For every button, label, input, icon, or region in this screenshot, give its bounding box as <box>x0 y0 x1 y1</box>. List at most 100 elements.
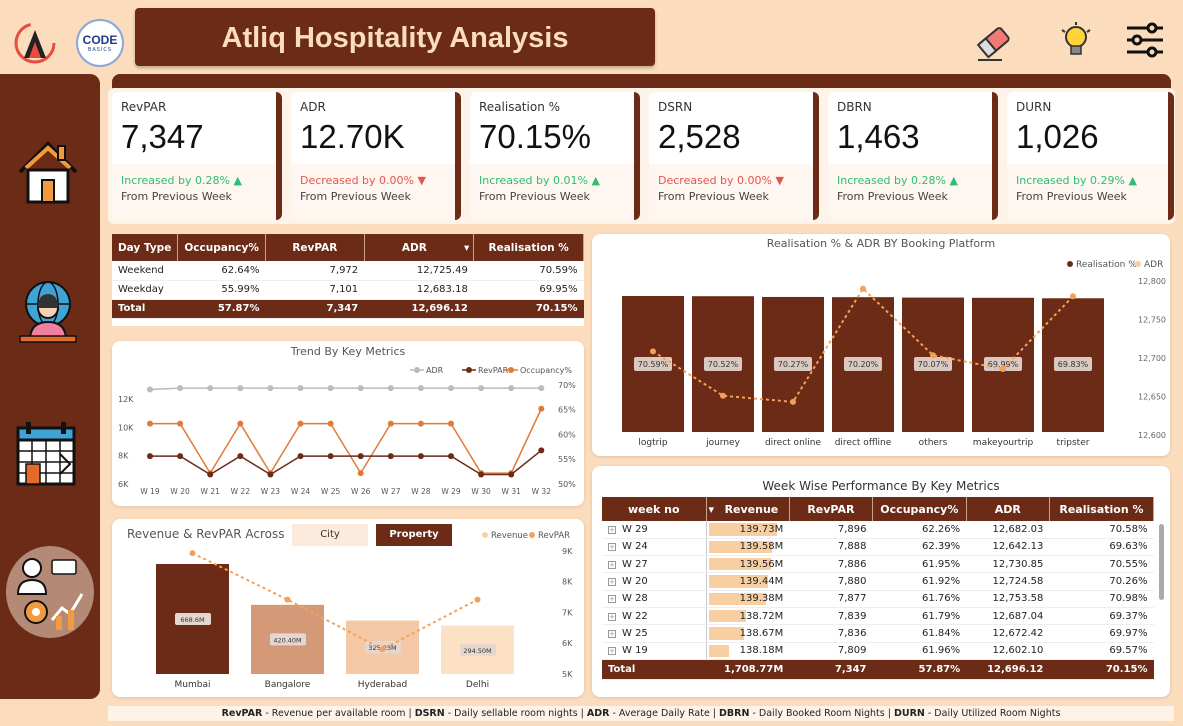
adr-point[interactable] <box>207 385 214 392</box>
table-cell: 69.37% <box>1049 607 1154 626</box>
revpar-point[interactable] <box>387 453 394 460</box>
customer-service-icon[interactable] <box>14 278 82 346</box>
weekly-header[interactable]: week no <box>602 497 707 521</box>
daytype-header[interactable]: Day Type <box>112 234 179 261</box>
occupancy-point[interactable] <box>177 420 184 427</box>
weekly-header[interactable]: Realisation % <box>1049 497 1154 521</box>
sort-desc-icon[interactable]: ▾ <box>709 503 715 516</box>
adr-point[interactable] <box>387 385 394 392</box>
legend-dot <box>466 367 472 373</box>
revpar-point[interactable] <box>327 453 334 460</box>
adr-point[interactable] <box>1070 293 1076 300</box>
occupancy-point[interactable] <box>357 470 364 477</box>
revpar-point[interactable] <box>207 471 214 478</box>
expand-icon[interactable]: + <box>608 629 616 638</box>
occupancy-point[interactable] <box>417 420 424 427</box>
adr-point[interactable] <box>297 385 304 392</box>
calendar-icon[interactable] <box>14 420 82 488</box>
adr-point[interactable] <box>448 385 454 392</box>
x-tick-label: W 20 <box>170 487 190 496</box>
weekly-header[interactable]: RevPAR <box>789 497 874 521</box>
daytype-header[interactable]: ADR ▾ <box>364 234 475 261</box>
expand-icon[interactable]: + <box>608 647 616 656</box>
kpi-change: Increased by 0.01% ▲ <box>479 174 600 187</box>
data-label: 668.6M <box>180 616 204 624</box>
expand-icon[interactable]: + <box>608 578 616 587</box>
adr-point[interactable] <box>1000 365 1006 372</box>
adr-point[interactable] <box>478 385 485 392</box>
daytype-header[interactable]: RevPAR <box>265 234 365 261</box>
adr-point[interactable] <box>417 385 424 392</box>
revpar-point[interactable] <box>508 471 515 478</box>
occupancy-point[interactable] <box>538 405 545 412</box>
adr-point[interactable] <box>327 385 334 392</box>
occupancy-point[interactable] <box>387 420 394 427</box>
adr-point[interactable] <box>860 285 866 292</box>
occupancy-point[interactable] <box>297 420 304 427</box>
revpar-point[interactable] <box>177 453 184 460</box>
adr-point[interactable] <box>790 398 796 405</box>
legend-dot-realisation <box>1067 261 1073 267</box>
glossary-term: DSRN <box>414 708 445 719</box>
adr-point[interactable] <box>267 385 274 392</box>
expand-icon[interactable]: + <box>608 543 616 552</box>
revpar-point[interactable] <box>357 453 364 460</box>
weekly-header[interactable]: ADR <box>966 497 1050 521</box>
platform-chart: Realisation % ADR 12,800 12,750 12,700 12,650… <box>622 260 1166 448</box>
expand-icon[interactable]: + <box>608 560 616 569</box>
revpar-point[interactable] <box>189 550 196 557</box>
adr-point[interactable] <box>147 386 153 393</box>
adr-point[interactable] <box>650 348 656 355</box>
kpi-change: Increased by 0.29% ▲ <box>1016 174 1137 187</box>
table-cell: 12,672.42 <box>966 624 1050 643</box>
lightbulb-icon[interactable] <box>1056 20 1096 60</box>
adr-point[interactable] <box>538 385 545 392</box>
arrow-up-icon: ▲ <box>949 174 958 187</box>
revpar-point[interactable] <box>448 453 454 460</box>
data-label: 70.20% <box>848 360 879 369</box>
data-label: 70.27% <box>778 360 809 369</box>
adr-point[interactable] <box>177 385 184 392</box>
daytype-header[interactable]: Occupancy% <box>177 234 266 261</box>
occupancy-point[interactable] <box>327 420 334 427</box>
revpar-point[interactable] <box>297 453 304 460</box>
sort-desc-icon[interactable]: ▾ <box>464 242 469 254</box>
revpar-point[interactable] <box>538 447 545 454</box>
table-cell: 12,753.58 <box>966 590 1050 608</box>
home-icon[interactable] <box>14 136 82 204</box>
sliders-icon[interactable] <box>1124 20 1166 60</box>
daytype-header[interactable]: Realisation % <box>473 234 584 261</box>
occupancy-point[interactable] <box>237 420 244 427</box>
y-tick-label: 7K <box>562 608 573 617</box>
expand-icon[interactable]: + <box>608 612 616 621</box>
revpar-point[interactable] <box>237 453 244 460</box>
revpar-point[interactable] <box>379 646 386 653</box>
adr-point[interactable] <box>508 385 515 392</box>
analyst-nav-button[interactable] <box>6 546 94 638</box>
table-cell: 7,839 <box>789 607 873 626</box>
adr-point[interactable] <box>930 352 936 359</box>
data-label: 70.59% <box>638 360 669 369</box>
weekly-header[interactable]: Occupancy% <box>872 497 967 521</box>
weekly-table-scrollbar[interactable] <box>1159 524 1164 600</box>
x-tick-label: direct online <box>765 438 822 448</box>
x-tick-label: Delhi <box>466 680 489 690</box>
revpar-point[interactable] <box>478 471 485 478</box>
expand-icon[interactable]: + <box>608 525 616 534</box>
adr-point[interactable] <box>357 385 364 392</box>
x-tick-label: W 29 <box>441 487 461 496</box>
weekly-header[interactable]: ▾ Revenue <box>706 497 790 521</box>
table-cell: 55.99% <box>177 280 266 300</box>
expand-icon[interactable]: + <box>608 595 616 604</box>
adr-point[interactable] <box>237 385 244 392</box>
revpar-point[interactable] <box>474 596 481 603</box>
eraser-icon[interactable] <box>972 20 1016 64</box>
occupancy-point[interactable] <box>147 420 153 427</box>
revpar-point[interactable] <box>284 596 291 603</box>
occupancy-point[interactable] <box>448 420 454 427</box>
table-cell: 12,687.04 <box>966 607 1050 626</box>
revpar-point[interactable] <box>417 453 424 460</box>
revpar-point[interactable] <box>147 453 153 460</box>
adr-point[interactable] <box>720 392 726 399</box>
revpar-point[interactable] <box>267 471 274 478</box>
